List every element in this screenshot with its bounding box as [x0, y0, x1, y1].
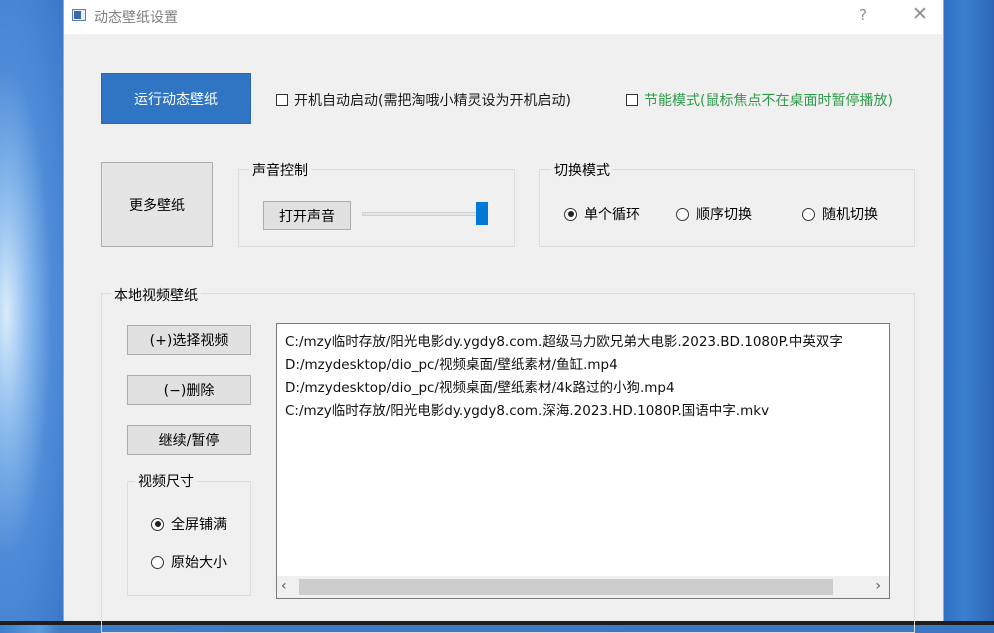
scrollbar-thumb[interactable]	[299, 579, 833, 595]
radio-label: 全屏铺满	[171, 517, 227, 533]
help-button[interactable]: ?	[859, 6, 867, 24]
select-video-button[interactable]: (+)选择视频	[127, 325, 251, 355]
power-save-label: 节能模式(鼠标焦点不在桌面时暂停播放)	[644, 93, 893, 109]
sound-group-title: 声音控制	[249, 160, 311, 180]
radio-original-size[interactable]: 原始大小	[151, 552, 227, 572]
video-size-group	[127, 481, 251, 596]
scroll-left-icon[interactable]: ‹	[281, 578, 287, 594]
radio-label: 顺序切换	[696, 207, 752, 223]
radio-dot[interactable]	[151, 555, 164, 569]
list-item[interactable]: C:/mzy临时存放/阳光电影dy.ygdy8.com.深海.2023.HD.1…	[285, 399, 769, 419]
window-title: 动态壁纸设置	[94, 10, 178, 26]
scroll-right-icon[interactable]: ›	[875, 578, 881, 594]
open-sound-button[interactable]: 打开声音	[263, 201, 351, 230]
radio-single-loop[interactable]: 单个循环	[564, 204, 640, 224]
local-video-title: 本地视频壁纸	[111, 285, 201, 305]
radio-label: 随机切换	[822, 207, 878, 223]
radio-dot[interactable]	[676, 207, 689, 221]
volume-slider-thumb[interactable]	[476, 202, 488, 225]
more-wallpapers-button[interactable]: 更多壁纸	[101, 162, 213, 247]
checkbox-box[interactable]	[626, 94, 638, 106]
radio-label: 单个循环	[584, 207, 640, 223]
close-icon[interactable]: ✕	[912, 3, 928, 25]
desktop-background-right	[944, 0, 994, 625]
video-size-title: 视频尺寸	[135, 471, 197, 491]
radio-fullscreen[interactable]: 全屏铺满	[151, 514, 227, 534]
radio-dot[interactable]	[802, 207, 815, 221]
horizontal-scrollbar[interactable]: ‹ ›	[277, 576, 889, 598]
app-icon	[72, 9, 86, 21]
list-item[interactable]: D:/mzydesktop/dio_pc/视频桌面/壁纸素材/鱼缸.mp4	[285, 353, 618, 373]
autostart-label: 开机自动启动(需把淘哦小精灵设为开机启动)	[294, 93, 571, 109]
power-save-checkbox[interactable]: 节能模式(鼠标焦点不在桌面时暂停播放)	[626, 90, 893, 110]
desktop-background-left	[0, 0, 64, 625]
autostart-checkbox[interactable]: 开机自动启动(需把淘哦小精灵设为开机启动)	[276, 90, 571, 110]
list-item[interactable]: C:/mzy临时存放/阳光电影dy.ygdy8.com.超级马力欧兄弟大电影.2…	[285, 330, 843, 350]
switch-mode-title: 切换模式	[551, 160, 613, 180]
video-file-list[interactable]: C:/mzy临时存放/阳光电影dy.ygdy8.com.超级马力欧兄弟大电影.2…	[276, 323, 890, 599]
run-wallpaper-button[interactable]: 运行动态壁纸	[101, 73, 251, 124]
list-item[interactable]: D:/mzydesktop/dio_pc/视频桌面/壁纸素材/4k路过的小狗.m…	[285, 376, 675, 396]
volume-slider[interactable]	[362, 212, 486, 216]
checkbox-box[interactable]	[276, 94, 288, 106]
radio-sequential[interactable]: 顺序切换	[676, 204, 752, 224]
title-bar: 动态壁纸设置 ? ✕	[64, 0, 943, 34]
settings-window: 动态壁纸设置 ? ✕ 运行动态壁纸 开机自动启动(需把淘哦小精灵设为开机启动) …	[63, 0, 944, 633]
delete-button[interactable]: (−)删除	[127, 375, 251, 405]
radio-dot[interactable]	[564, 207, 577, 221]
radio-random[interactable]: 随机切换	[802, 204, 878, 224]
radio-dot[interactable]	[151, 517, 164, 531]
radio-label: 原始大小	[171, 555, 227, 571]
pause-resume-button[interactable]: 继续/暂停	[127, 425, 251, 455]
